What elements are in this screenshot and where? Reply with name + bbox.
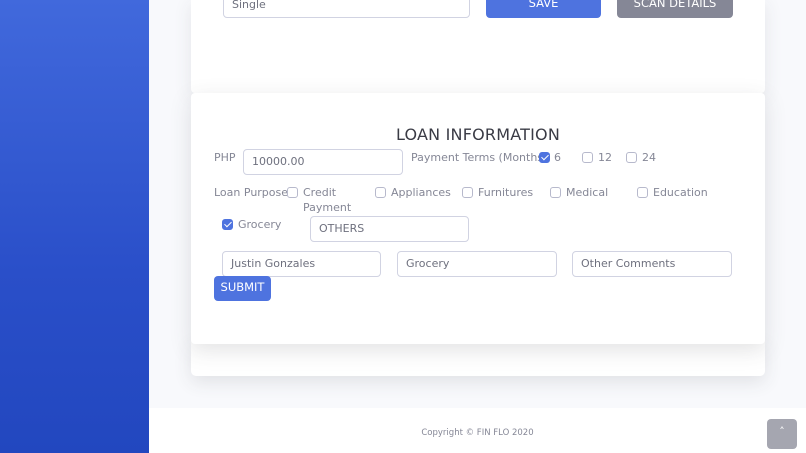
education-checkbox[interactable] [637,187,648,198]
grocery-checkbox[interactable] [222,219,233,230]
submit-button[interactable]: SUBMIT [214,276,271,301]
scan-details-button[interactable]: SCAN DETAILS [617,0,733,18]
appliances-checkbox[interactable] [375,187,386,198]
personal-info-card: Single SAVE SCAN DETAILS [191,0,765,93]
other-comments-input[interactable]: Other Comments [572,251,732,277]
loan-amount-input[interactable]: 10000.00 [243,149,403,175]
credit-payment-label: Credit Payment [303,185,351,215]
payment-terms-label: Payment Terms (Months) [411,151,548,164]
education-label: Education [653,186,708,199]
sidebar [0,0,149,453]
purpose-detail-input[interactable]: Grocery [397,251,557,277]
borrower-name-input[interactable]: Justin Gonzales [222,251,381,277]
chevron-up-icon: ˄ [779,425,785,438]
other-purpose-input[interactable]: OTHERS [310,216,469,242]
footer: Copyright © FIN FLO 2020 [149,408,806,453]
term-6-label: 6 [554,151,561,164]
credit-label: Credit [303,186,337,199]
payment-label: Payment [303,201,352,214]
appliances-label: Appliances [391,186,451,199]
civil-status-field[interactable]: Single [223,0,470,18]
furnitures-checkbox[interactable] [462,187,473,198]
medical-label: Medical [566,186,609,199]
term-24-checkbox[interactable] [626,152,637,163]
credit-payment-checkbox[interactable] [287,187,298,198]
loan-information-title: LOAN INFORMATION [395,125,561,144]
card-footer-strip [191,340,765,376]
loan-information-card: LOAN INFORMATION PHP 10000.00 Payment Te… [191,93,765,344]
term-12-label: 12 [598,151,612,164]
medical-checkbox[interactable] [550,187,561,198]
currency-label: PHP [214,151,236,164]
term-24-label: 24 [642,151,656,164]
scroll-to-top-button[interactable]: ˄ [767,419,797,449]
main-content: Single SAVE SCAN DETAILS LOAN INFORMATIO… [149,0,806,408]
loan-purpose-label: Loan Purpose [214,186,289,199]
copyright-text: Copyright © FIN FLO 2020 [421,428,534,438]
furnitures-label: Furnitures [478,186,534,199]
term-12-checkbox[interactable] [582,152,593,163]
grocery-label: Grocery [238,218,282,231]
save-button[interactable]: SAVE [486,0,601,18]
term-6-checkbox[interactable] [539,152,550,163]
